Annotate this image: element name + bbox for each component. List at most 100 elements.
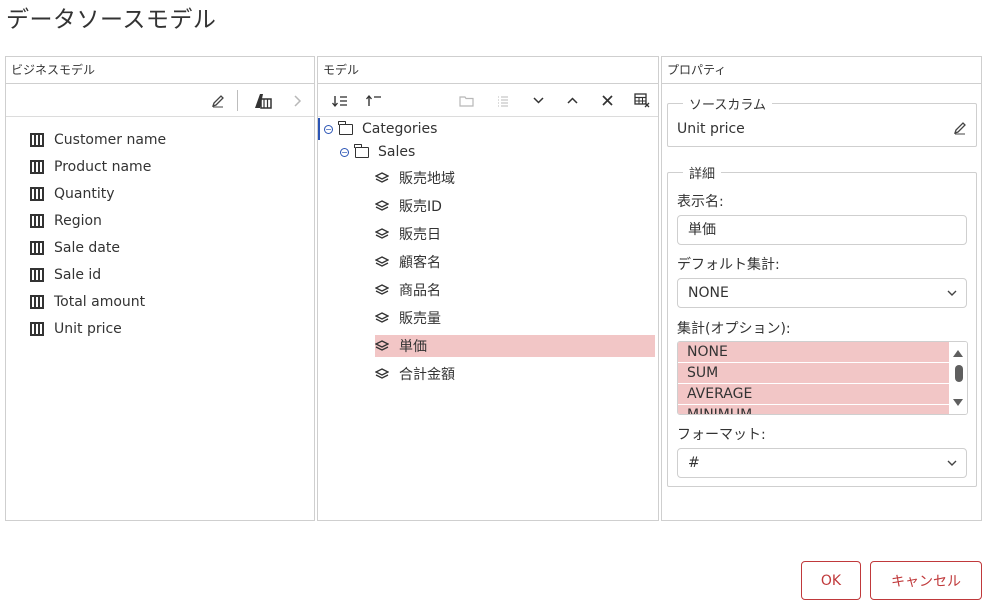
layers-icon	[375, 284, 389, 295]
tree-leaf-label: 商品名	[399, 283, 441, 299]
chevron-down-icon	[947, 279, 957, 317]
list-item[interactable]: Unit price	[30, 315, 166, 342]
move-up-button[interactable]	[559, 84, 585, 117]
column-icon	[30, 294, 44, 309]
model-panel: モデル − Categories − Sales 販売地域 販売ID 販売日 顧…	[317, 56, 659, 521]
tree-leaf[interactable]: 合計金額	[375, 363, 655, 385]
tree-leaf[interactable]: 販売地域	[375, 167, 655, 189]
field-label: Product name	[54, 158, 152, 175]
format-select[interactable]: #	[677, 448, 967, 478]
field-label: Total amount	[54, 293, 146, 310]
column-icon	[30, 186, 44, 201]
list-item[interactable]: AVERAGE	[678, 384, 949, 405]
chevron-down-icon	[947, 449, 957, 487]
select-value: NONE	[688, 285, 729, 301]
delete-button[interactable]	[594, 84, 620, 117]
aggregation-options-label: 集計(オプション):	[677, 321, 791, 337]
aggregation-options-listbox[interactable]: NONE SUM AVERAGE MINIMUM	[677, 341, 968, 415]
scroll-up-icon[interactable]	[953, 350, 963, 357]
list-item[interactable]: SUM	[678, 363, 949, 384]
default-aggregation-select[interactable]: NONE	[677, 278, 967, 308]
layers-icon	[375, 172, 389, 183]
layers-icon	[375, 368, 389, 379]
tree-leaf-label: 単価	[399, 339, 427, 355]
tree-node-sales[interactable]: − Sales	[340, 141, 415, 163]
column-icon	[30, 213, 44, 228]
collapse-toggle-icon[interactable]: −	[340, 147, 349, 157]
properties-header: プロパティ	[662, 57, 981, 84]
layers-icon	[375, 256, 389, 267]
field-label: Unit price	[54, 320, 122, 337]
column-icon	[30, 267, 44, 282]
layers-icon	[375, 340, 389, 351]
ok-button[interactable]: OK	[801, 561, 861, 600]
edit-source-column-button[interactable]	[947, 114, 973, 142]
field-label: Sale date	[54, 239, 120, 256]
cancel-button[interactable]: キャンセル	[870, 561, 982, 600]
layers-icon	[375, 200, 389, 211]
scrollbar-thumb[interactable]	[955, 365, 963, 382]
field-label: Quantity	[54, 185, 115, 202]
tree-leaf-label: 販売地域	[399, 171, 455, 187]
list-item[interactable]: Product name	[30, 153, 166, 180]
list-item[interactable]: Sale id	[30, 261, 166, 288]
pencil-icon	[953, 122, 966, 135]
chevron-right-icon	[294, 94, 302, 107]
focus-indicator	[318, 118, 320, 140]
dialog-title: データソースモデル	[6, 7, 217, 33]
list-item[interactable]: NONE	[678, 342, 949, 363]
tree-node-label: Sales	[378, 144, 416, 160]
collapse-toggle-icon[interactable]: −	[324, 124, 333, 134]
model-toolbar	[318, 84, 658, 117]
sort-ascending-button[interactable]	[327, 84, 353, 117]
listbox-scrollbar[interactable]	[950, 342, 967, 414]
column-icon	[30, 159, 44, 174]
tree-leaf-label: 合計金額	[399, 367, 455, 383]
calculated-field-button[interactable]	[250, 84, 276, 117]
sort-descending-button[interactable]	[361, 84, 387, 117]
folder-icon	[354, 143, 369, 158]
sort-ascending-icon	[332, 95, 347, 107]
list-item[interactable]: Quantity	[30, 180, 166, 207]
tree-node-label: Categories	[362, 121, 438, 137]
tree-node-categories[interactable]: − Categories	[324, 118, 437, 140]
move-down-button[interactable]	[525, 84, 551, 117]
new-folder-button[interactable]	[453, 84, 479, 117]
tree-leaf[interactable]: 販売量	[375, 307, 655, 329]
folder-icon	[338, 120, 353, 135]
tree-leaf[interactable]: 商品名	[375, 279, 655, 301]
column-icon	[30, 132, 44, 147]
list-item[interactable]: Customer name	[30, 126, 166, 153]
scroll-down-icon[interactable]	[953, 399, 963, 406]
remove-table-button[interactable]	[629, 84, 655, 117]
tree-leaf-label: 顧客名	[399, 255, 441, 271]
table-delete-icon	[634, 93, 650, 108]
layers-icon	[375, 312, 389, 323]
tree-leaf-selected[interactable]: 単価	[375, 335, 655, 357]
tree-leaf[interactable]: 販売日	[375, 223, 655, 245]
properties-panel: プロパティ ソースカラム Unit price 詳細 表示名: 単価 デフォルト…	[661, 56, 982, 521]
business-model-header: ビジネスモデル	[6, 57, 314, 84]
business-model-toolbar	[6, 84, 314, 117]
business-model-panel: ビジネスモデル Customer name Product name Quant…	[5, 56, 315, 521]
chevron-up-icon	[566, 97, 578, 104]
tree-leaf-label: 販売日	[399, 227, 441, 243]
field-label: Region	[54, 212, 102, 229]
source-column-value: Unit price	[677, 121, 745, 137]
column-icon	[30, 240, 44, 255]
edit-pencil-button[interactable]	[205, 84, 231, 117]
list-item[interactable]: MINIMUM	[678, 405, 949, 414]
calculated-field-icon	[255, 93, 272, 109]
field-label: Customer name	[54, 131, 167, 148]
tree-leaf[interactable]: 販売ID	[375, 195, 655, 217]
display-name-input[interactable]: 単価	[677, 215, 967, 245]
display-name-label: 表示名:	[677, 194, 724, 210]
list-item[interactable]: Region	[30, 207, 166, 234]
sort-descending-icon	[366, 94, 381, 106]
list-item[interactable]: Total amount	[30, 288, 166, 315]
move-right-button[interactable]	[285, 84, 311, 117]
tree-leaf[interactable]: 顧客名	[375, 251, 655, 273]
list-view-button[interactable]	[490, 84, 516, 117]
list-item[interactable]: Sale date	[30, 234, 166, 261]
tree-leaf-label: 販売ID	[399, 199, 442, 215]
